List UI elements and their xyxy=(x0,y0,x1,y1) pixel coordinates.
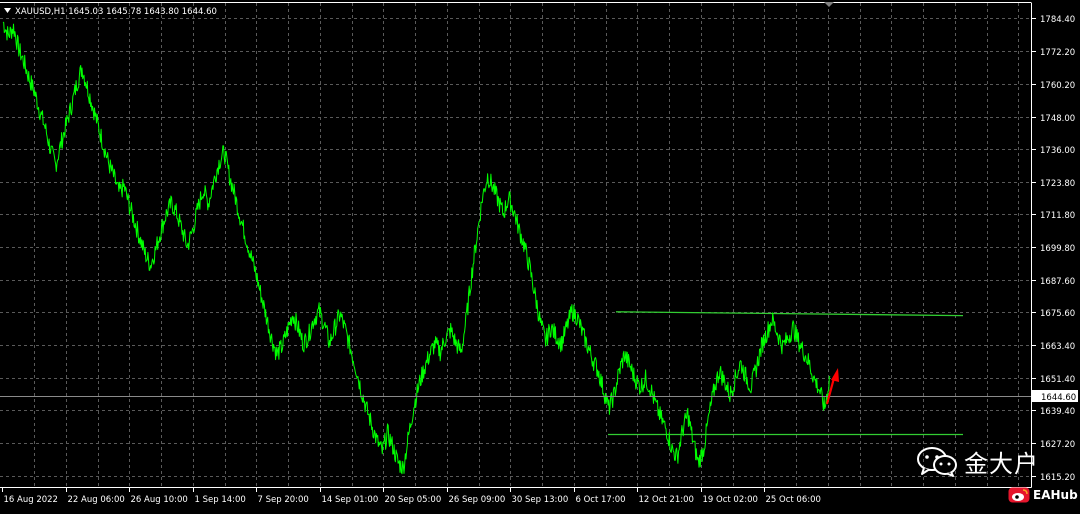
y-tick-label: 1651.40 xyxy=(1040,375,1075,385)
eahub-name: EAHub xyxy=(1033,488,1078,502)
x-tick-label: 20 Sep 05:00 xyxy=(385,495,442,505)
eahub-watermark: EAHub xyxy=(1008,486,1078,504)
plot-frame xyxy=(0,2,1032,488)
y-tick-label: 1627.20 xyxy=(1040,440,1075,450)
y-tick-label: 1687.60 xyxy=(1040,277,1075,287)
grid-layer xyxy=(0,3,1031,487)
y-tick-label: 1760.20 xyxy=(1040,81,1075,91)
symbol-menu-triangle-icon[interactable] xyxy=(4,8,11,13)
arrow-head xyxy=(831,368,839,382)
symbol-header: XAUUSD,H1 1645.03 1645.78 1643.80 1644.6… xyxy=(15,7,217,17)
chart-shift-marker-icon[interactable] xyxy=(824,2,834,7)
y-tick-label: 1736.00 xyxy=(1040,146,1075,156)
y-tick-label: 1784.40 xyxy=(1040,15,1075,25)
x-tick-label: 14 Sep 01:00 xyxy=(322,495,379,505)
wechat-watermark: 金大户 xyxy=(916,444,1039,478)
y-tick-label: 1675.60 xyxy=(1040,309,1075,319)
x-tick-label: 7 Sep 20:00 xyxy=(258,495,309,505)
x-tick-label: 16 Aug 2022 xyxy=(4,495,58,505)
price-axis[interactable]: 1784.40 1772.20 1760.20 1748.00 1736.00 1723.… xyxy=(1032,15,1078,483)
y-tick-label: 1772.20 xyxy=(1040,48,1075,58)
x-tick-label: 26 Aug 10:00 xyxy=(131,495,188,505)
x-tick-label: 1 Sep 14:00 xyxy=(195,495,246,505)
x-tick-label: 26 Sep 09:00 xyxy=(449,495,506,505)
current-price-label: 1644.60 xyxy=(1041,393,1076,403)
x-tick-label: 30 Sep 13:00 xyxy=(512,495,569,505)
y-tick-label: 1663.40 xyxy=(1040,342,1075,352)
x-tick-label: 22 Aug 06:00 xyxy=(68,495,125,505)
weibo-icon xyxy=(1008,487,1030,503)
x-tick-label: 6 Oct 17:00 xyxy=(576,495,626,505)
price-chart[interactable]: 1784.40 1772.20 1760.20 1748.00 1736.00 1723.… xyxy=(0,0,1080,510)
x-tick-label: 25 Oct 06:00 xyxy=(766,495,821,505)
y-tick-label: 1748.00 xyxy=(1040,114,1075,124)
y-tick-label: 1699.80 xyxy=(1040,244,1075,254)
y-tick-label: 1615.20 xyxy=(1040,473,1075,483)
time-axis[interactable]: 16 Aug 2022 22 Aug 06:00 26 Aug 10:00 1 Sep… xyxy=(2,488,821,505)
resistance-line xyxy=(615,311,964,317)
wechat-account-name: 金大户 xyxy=(964,449,1039,478)
y-tick-label: 1723.80 xyxy=(1040,179,1075,189)
x-tick-label: 19 Oct 02:00 xyxy=(703,495,758,505)
x-tick-label: 12 Oct 21:00 xyxy=(639,495,694,505)
y-tick-label: 1639.40 xyxy=(1040,407,1075,417)
y-tick-label: 1711.80 xyxy=(1040,211,1075,221)
wechat-icon xyxy=(917,447,957,477)
